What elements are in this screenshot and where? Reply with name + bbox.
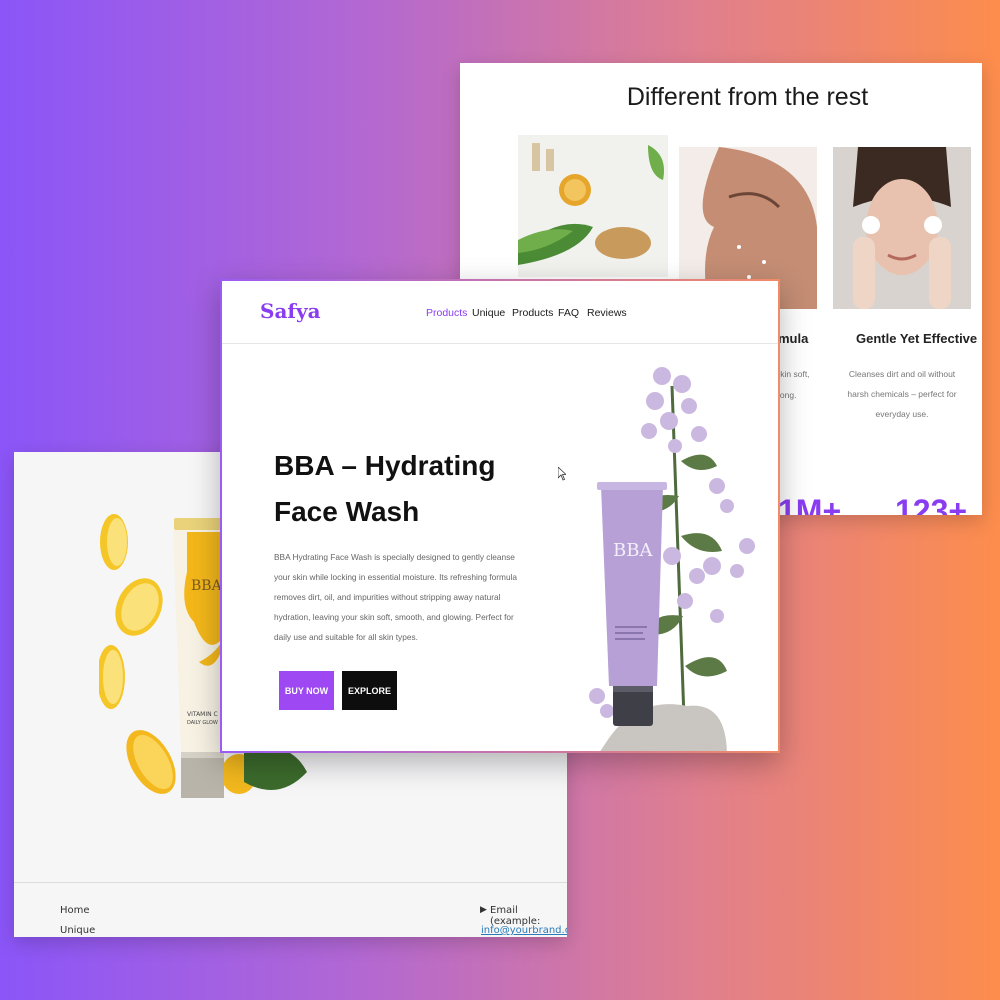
brand-logo[interactable]: Safya xyxy=(260,299,321,323)
feature-title: Gentle Yet Effective xyxy=(856,331,978,346)
footer-link-unique[interactable]: Unique xyxy=(60,925,95,936)
tube-brand-text: BBA xyxy=(613,540,653,561)
nav-item-products[interactable]: Products xyxy=(426,307,467,319)
svg-text:VITAMIN C: VITAMIN C xyxy=(187,711,218,718)
feature-title-partial: mula xyxy=(778,331,809,346)
natural-ingredients-image xyxy=(518,135,668,277)
footer-link-home[interactable]: Home xyxy=(60,905,90,916)
stat-number: 123+ xyxy=(895,493,968,515)
caret-right-icon: ▶ xyxy=(480,905,487,915)
face-wash-tube: BBA xyxy=(597,482,667,726)
cleansing-face-image xyxy=(833,147,971,309)
footer-email-label: Email (example: xyxy=(490,905,541,927)
hero-title: BBA – Hydrating Face Wash xyxy=(274,450,496,527)
hero-page: Safya Products Unique Products FAQ Revie… xyxy=(220,279,780,753)
feature-desc: Cleanses dirt and oil without harsh chem… xyxy=(847,369,957,419)
svg-text:DAILY GLOW: DAILY GLOW xyxy=(187,720,218,726)
buy-now-button[interactable]: BUY NOW xyxy=(279,671,334,710)
face-wash-product-image: BBA xyxy=(589,367,755,751)
hero-description: BBA Hydrating Face Wash is specially des… xyxy=(274,552,518,642)
nav-item-faq[interactable]: FAQ xyxy=(558,307,579,319)
footer-email-link[interactable]: info@yourbrand.com) xyxy=(481,925,567,936)
section-title: Different from the rest xyxy=(626,83,869,111)
nav-item-products-2[interactable]: Products xyxy=(512,307,553,319)
nav-item-unique[interactable]: Unique xyxy=(472,307,505,319)
nav-item-reviews[interactable]: Reviews xyxy=(587,307,627,319)
mouse-cursor-icon xyxy=(558,467,566,481)
top-nav: Safya Products Unique Products FAQ Revie… xyxy=(222,281,778,344)
stat-number: 1M+ xyxy=(778,493,842,515)
feature-desc-partial: long. xyxy=(778,390,797,400)
feature-desc-partial: skin soft, xyxy=(776,369,810,379)
site-footer: Home Unique ▶ Email (example: info@yourb… xyxy=(14,882,567,937)
svg-text:BBA: BBA xyxy=(191,578,223,594)
explore-button[interactable]: EXPLORE xyxy=(342,671,397,710)
leaf-icon xyxy=(244,747,307,790)
